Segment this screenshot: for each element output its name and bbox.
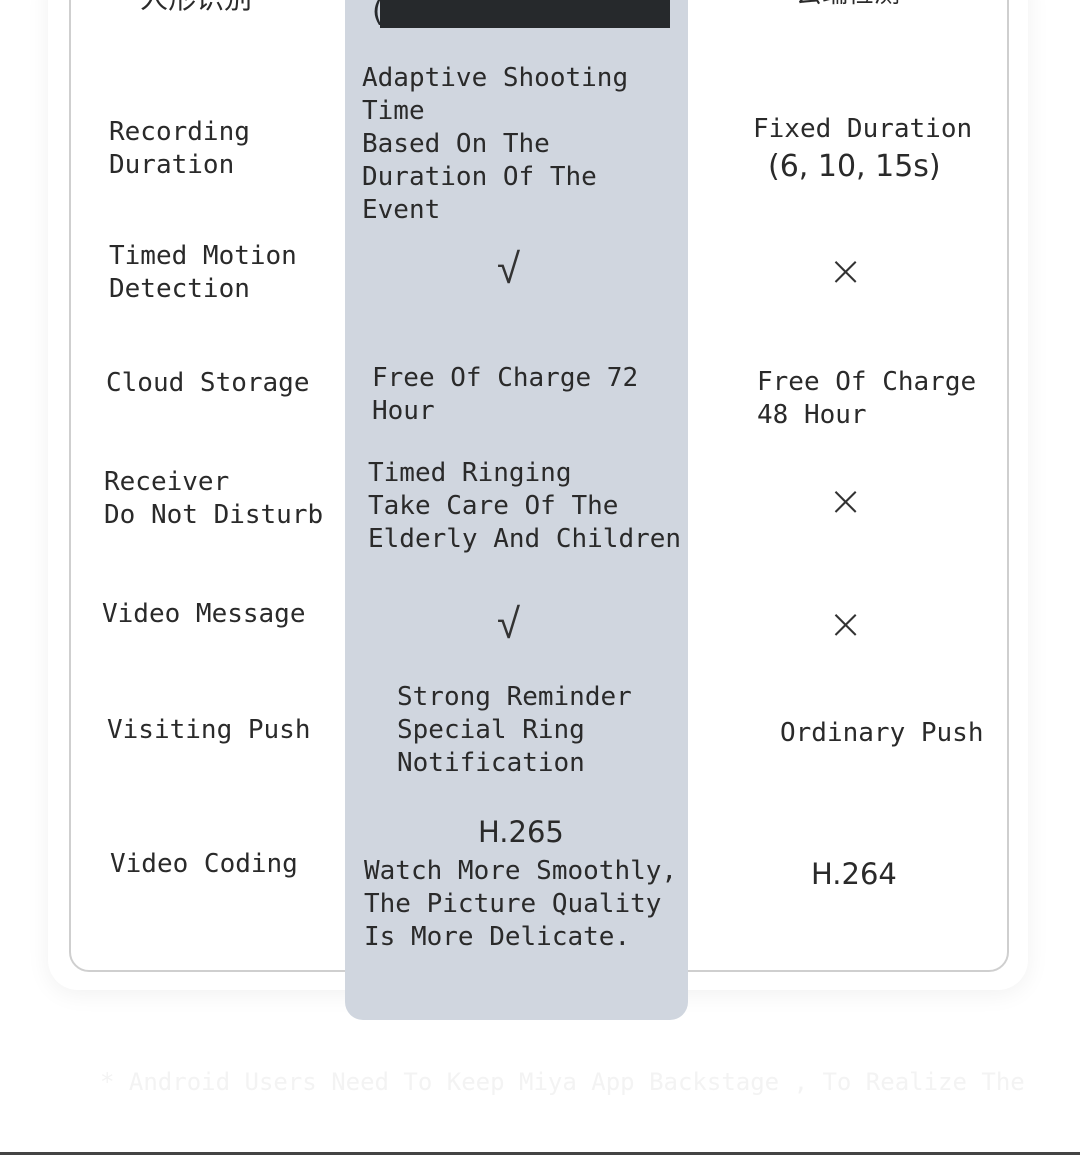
feature-label: Cloud Storage bbox=[106, 368, 310, 398]
header-fragment: ( bbox=[372, 0, 384, 29]
cross-icon: × bbox=[828, 476, 864, 525]
feature-label: Receiver Do Not Disturb bbox=[104, 467, 324, 530]
ours-value: Adaptive Shooting Time Based On The Dura… bbox=[362, 63, 629, 225]
ours-value: Strong Reminder Special Ring Notificatio… bbox=[397, 682, 632, 778]
ours-value: Free Of Charge 72 Hour bbox=[372, 363, 639, 426]
footnote: * Android Users Need To Keep Miya App Ba… bbox=[100, 1068, 1025, 1096]
column-header-bar bbox=[380, 0, 670, 28]
ours-value: Timed Ringing Take Care Of The Elderly A… bbox=[368, 458, 682, 554]
ours-title: H.265 bbox=[478, 815, 564, 849]
ours-value: Watch More Smoothly, The Picture Quality… bbox=[364, 856, 678, 952]
other-value: H.264 bbox=[811, 857, 897, 891]
cross-icon: × bbox=[828, 599, 864, 648]
other-value-detail: (6, 10, 15s) bbox=[768, 149, 941, 184]
feature-label: Visiting Push bbox=[107, 715, 311, 745]
other-value: Fixed Duration bbox=[753, 114, 973, 144]
other-value: Ordinary Push bbox=[780, 718, 984, 748]
cross-icon: × bbox=[828, 246, 864, 295]
feature-label: Timed Motion Detection bbox=[109, 241, 297, 304]
header-left: 人形识别 bbox=[140, 0, 252, 15]
other-value: Free Of Charge 48 Hour bbox=[757, 367, 977, 430]
check-icon: √ bbox=[497, 599, 521, 648]
header-right: 云端检测 bbox=[796, 0, 900, 11]
feature-label: Video Coding bbox=[110, 849, 298, 879]
check-icon: √ bbox=[497, 244, 521, 293]
feature-label: Recording Duration bbox=[109, 117, 250, 180]
feature-label: Video Message bbox=[102, 599, 306, 629]
